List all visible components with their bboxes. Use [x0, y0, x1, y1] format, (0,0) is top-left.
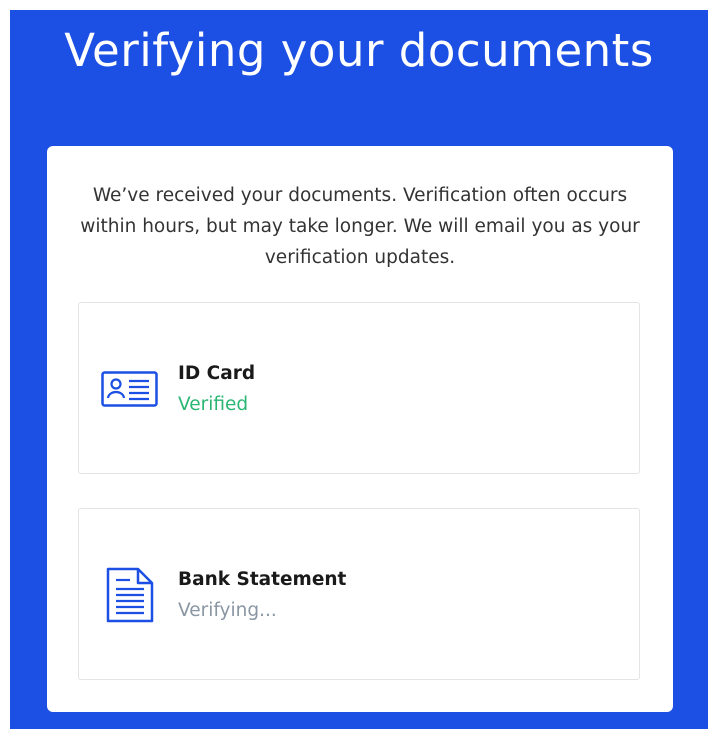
document-name: ID Card — [178, 363, 256, 384]
intro-text: We’ve received your documents. Verificat… — [80, 185, 640, 268]
page-title: Verifying your documents — [64, 24, 654, 77]
header-background: Verifying your documents We’ve received … — [10, 10, 708, 729]
document-item-id-card: ID Card Verified — [78, 302, 640, 474]
document-icon — [106, 567, 154, 627]
document-status: Verified — [178, 394, 249, 415]
id-card-icon — [101, 371, 158, 411]
document-item-bank-statement: Bank Statement Verifying... — [78, 508, 640, 680]
document-name: Bank Statement — [178, 569, 347, 590]
verification-card: We’ve received your documents. Verificat… — [47, 146, 673, 712]
document-status: Verifying... — [178, 600, 277, 621]
